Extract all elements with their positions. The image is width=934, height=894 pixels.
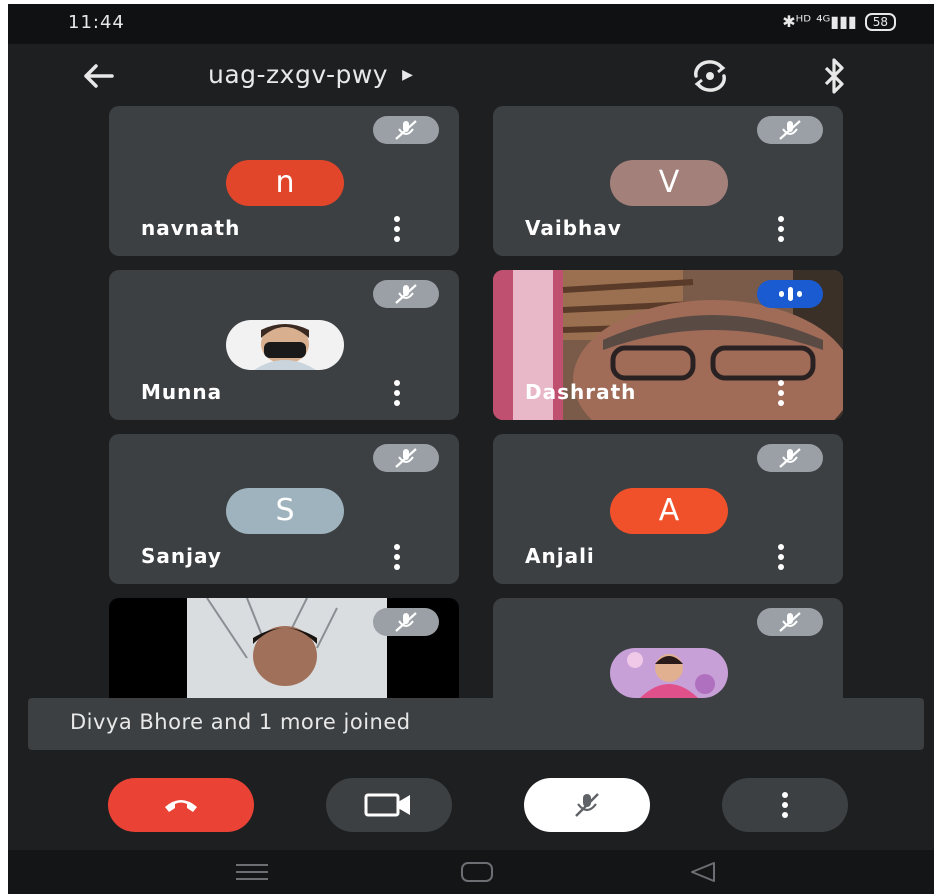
network-indicator: ✱ᴴᴰ ⁴ᴳ▮▮▮ [782,12,857,31]
camera-toggle-button[interactable] [326,778,452,832]
mic-off-icon [373,280,439,308]
mic-off-icon [373,444,439,472]
more-options-icon[interactable] [775,380,787,406]
video-camera-icon [364,793,410,817]
meeting-header: uag-zxgv-pwy ▶ [8,44,934,108]
participant-tile-vaibhav[interactable]: V Vaibhav [493,106,843,256]
participant-name: Dashrath [525,380,637,404]
join-notification: Divya Bhore and 1 more joined [28,698,924,750]
avatar: A [610,488,728,534]
recents-icon[interactable] [234,860,270,888]
mic-off-icon [575,793,599,817]
mic-toggle-button[interactable] [524,778,650,832]
status-icons: ✱ᴴᴰ ⁴ᴳ▮▮▮ 58 [782,12,896,31]
status-time: 11:44 [68,12,125,33]
avatar: S [226,488,344,534]
more-options-icon[interactable] [391,544,403,570]
participant-name: Anjali [525,544,595,568]
notification-text: Divya Bhore and 1 more joined [70,710,411,734]
mic-off-icon [373,608,439,636]
speaking-indicator-icon [757,280,823,308]
system-nav-bar [8,850,934,894]
meeting-title[interactable]: uag-zxgv-pwy ▶ [208,60,413,89]
more-options-icon [782,792,788,818]
mic-off-icon [373,116,439,144]
avatar-photo [610,648,728,698]
phone-hangup-icon [165,800,197,812]
participant-tile-dashrath[interactable]: Dashrath [493,270,843,420]
participant-name: navnath [141,216,241,240]
more-options-icon[interactable] [775,216,787,242]
avatar: V [610,160,728,206]
more-options-icon[interactable] [391,216,403,242]
back-arrow-icon[interactable] [78,58,118,94]
meeting-code: uag-zxgv-pwy [208,60,389,89]
status-bar: 11:44 ✱ᴴᴰ ⁴ᴳ▮▮▮ 58 [8,4,934,44]
more-options-icon[interactable] [775,544,787,570]
mic-off-icon [757,608,823,636]
participant-tile-sanjay[interactable]: S Sanjay [109,434,459,584]
participant-tile-navnath[interactable]: n navnath [109,106,459,256]
participant-tile-munna[interactable]: Munna [109,270,459,420]
phone-screen: 11:44 ✱ᴴᴰ ⁴ᴳ▮▮▮ 58 uag-zxgv-pwy ▶ n navn… [8,4,934,894]
mic-off-icon [757,444,823,472]
participant-tile-anjali[interactable]: A Anjali [493,434,843,584]
avatar-photo [226,320,344,370]
home-icon[interactable] [460,860,494,888]
bluetooth-audio-icon[interactable] [816,56,852,96]
back-icon[interactable] [688,860,718,888]
avatar: n [226,160,344,206]
more-options-icon[interactable] [391,380,403,406]
participant-name: Vaibhav [525,216,622,240]
battery-indicator: 58 [864,12,896,31]
more-options-button[interactable] [722,778,848,832]
end-call-button[interactable] [108,778,254,832]
participant-name: Munna [141,380,223,404]
play-arrow-icon: ▶ [402,66,414,83]
mic-off-icon [757,116,823,144]
switch-camera-icon[interactable] [688,56,732,96]
participant-name: Sanjay [141,544,222,568]
